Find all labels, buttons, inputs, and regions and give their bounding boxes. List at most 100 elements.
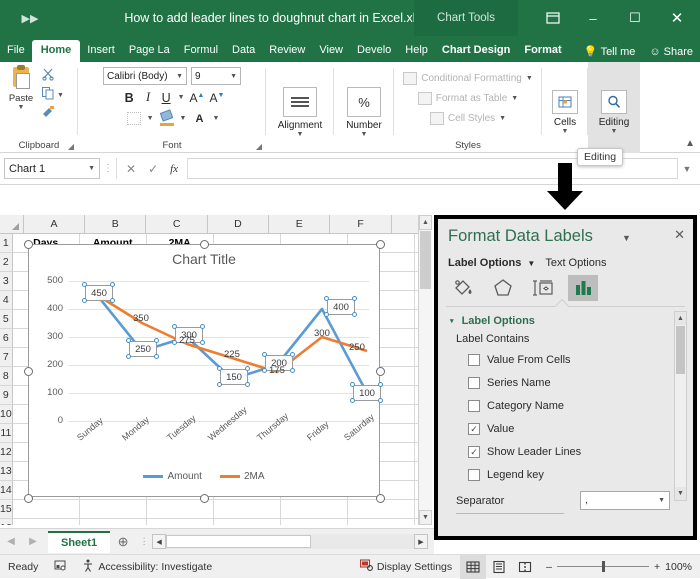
tab-format[interactable]: Format xyxy=(517,40,568,62)
row-header[interactable]: 2 xyxy=(0,253,13,272)
underline-button[interactable]: U xyxy=(160,91,173,105)
column-header-a[interactable]: A xyxy=(23,215,86,234)
tab-file[interactable]: File xyxy=(0,40,32,62)
row-header[interactable]: 1 xyxy=(0,234,13,253)
data-label-handle[interactable] xyxy=(82,298,87,303)
page-break-view-icon[interactable] xyxy=(512,555,538,579)
checkbox-box[interactable] xyxy=(468,400,480,412)
borders-chevron-down-icon[interactable]: ▼ xyxy=(147,115,154,122)
normal-view-icon[interactable] xyxy=(460,554,487,579)
fill-color-icon[interactable] xyxy=(159,108,174,126)
data-label-handle[interactable] xyxy=(126,354,131,359)
checkbox-value[interactable]: ✓ Value xyxy=(468,423,514,435)
ribbon-display-options-icon[interactable] xyxy=(534,0,572,36)
cut-button[interactable] xyxy=(41,68,77,85)
paste-button[interactable]: Paste ▼ xyxy=(1,65,41,123)
hscroll-thumb[interactable] xyxy=(166,535,312,548)
cell-c16[interactable] xyxy=(146,519,214,525)
tell-me-button[interactable]: 💡 Tell me xyxy=(577,41,643,62)
zoom-control[interactable]: – + 100% xyxy=(538,561,700,573)
pane-scroll-thumb[interactable] xyxy=(676,326,685,374)
label-options-section-title[interactable]: ▾ Label Options xyxy=(450,315,535,327)
row-header[interactable]: 14 xyxy=(0,481,13,500)
row-header[interactable]: 9 xyxy=(0,386,13,405)
cancel-formula-icon[interactable]: ✕ xyxy=(126,162,136,176)
row-header[interactable]: 8 xyxy=(0,367,13,386)
number-button[interactable]: % Number ▼ xyxy=(346,77,382,138)
data-label-handle[interactable] xyxy=(350,398,355,403)
data-label-2ma-saturday[interactable]: 250 xyxy=(347,342,367,353)
row-header[interactable]: 6 xyxy=(0,329,13,348)
data-label-handle[interactable] xyxy=(110,298,115,303)
data-label-handle[interactable] xyxy=(350,382,355,387)
tab-page-layout[interactable]: Page La xyxy=(122,40,177,62)
scroll-up-icon[interactable]: ▲ xyxy=(419,215,432,230)
fill-and-line-icon[interactable] xyxy=(448,275,478,301)
number-chevron-down-icon[interactable]: ▼ xyxy=(361,131,368,138)
data-label-2ma-monday[interactable]: 350 xyxy=(131,313,151,324)
chart-legend[interactable]: Amount 2MA xyxy=(29,471,379,482)
format-as-table-chevron-down-icon[interactable]: ▼ xyxy=(511,95,518,102)
label-options-chevron-down-icon[interactable]: ▼ xyxy=(527,259,535,268)
maximize-button[interactable]: ☐ xyxy=(614,0,656,36)
section-expand-triangle-icon[interactable]: ▾ xyxy=(450,318,454,325)
cell-a16[interactable] xyxy=(12,519,80,525)
legend-item-2ma[interactable]: 2MA xyxy=(219,471,265,482)
add-sheet-icon[interactable]: ⊕ xyxy=(110,534,136,550)
macro-record-button[interactable] xyxy=(46,555,74,579)
row-header[interactable]: 4 xyxy=(0,291,13,310)
data-label-handle[interactable] xyxy=(290,368,295,373)
column-header-e[interactable]: E xyxy=(269,215,331,234)
data-label-handle[interactable] xyxy=(154,354,159,359)
data-label-handle[interactable] xyxy=(324,296,329,301)
data-label-handle[interactable] xyxy=(245,366,250,371)
cell-d15[interactable] xyxy=(213,500,281,519)
data-label-handle[interactable] xyxy=(82,282,87,287)
zoom-out-button[interactable]: – xyxy=(546,561,552,573)
data-label-handle[interactable] xyxy=(110,282,115,287)
cell-a15[interactable] xyxy=(12,500,80,519)
checkbox-box[interactable] xyxy=(468,377,480,389)
bold-button[interactable]: B xyxy=(122,91,137,105)
size-and-properties-icon[interactable] xyxy=(528,275,558,301)
ribbon-group-editing[interactable]: Editing ▼ xyxy=(588,62,640,153)
italic-button[interactable]: I xyxy=(142,90,155,105)
next-sheet-icon[interactable]: ▶ xyxy=(22,536,44,547)
format-painter-button[interactable] xyxy=(41,106,77,123)
tab-chart-design[interactable]: Chart Design xyxy=(435,40,517,62)
page-layout-view-icon[interactable] xyxy=(486,555,512,579)
tab-developer[interactable]: Develo xyxy=(350,40,398,62)
separator-dropdown[interactable]: , ▼ xyxy=(580,491,670,510)
checkbox-box[interactable] xyxy=(468,469,480,481)
data-label-handle[interactable] xyxy=(352,312,357,317)
pane-scroll-up-icon[interactable]: ▲ xyxy=(675,312,686,325)
data-label-handle[interactable] xyxy=(290,352,295,357)
font-name-combobox[interactable]: Calibri (Body) ▼ xyxy=(103,67,187,85)
checkbox-value-from-cells[interactable]: Value From Cells xyxy=(468,354,571,366)
hscroll-right-icon[interactable]: ▶ xyxy=(414,534,428,549)
quick-access-toolbar[interactable]: ▶▶ xyxy=(0,12,60,25)
column-header-b[interactable]: B xyxy=(85,215,147,234)
row-header[interactable]: 16 xyxy=(0,519,13,525)
checkbox-category-name[interactable]: Category Name xyxy=(468,400,564,412)
fill-color-chevron-down-icon[interactable]: ▼ xyxy=(180,115,187,122)
data-label-2ma-friday[interactable]: 300 xyxy=(312,328,332,339)
editing-button[interactable]: Editing ▼ xyxy=(599,80,629,135)
data-label-handle[interactable] xyxy=(324,312,329,317)
pane-menu-chevron-down-icon[interactable]: ▼ xyxy=(622,233,631,243)
checkbox-show-leader-lines[interactable]: ✓ Show Leader Lines xyxy=(468,446,581,458)
checkbox-series-name[interactable]: Series Name xyxy=(468,377,551,389)
font-dialog-launcher[interactable]: ◢ xyxy=(256,142,262,151)
formula-bar-handle[interactable]: ⋮ xyxy=(100,163,116,174)
font-name-chevron-down-icon[interactable]: ▼ xyxy=(176,73,183,80)
alignment-button[interactable]: Alignment ▼ xyxy=(278,77,322,138)
checkbox-box[interactable]: ✓ xyxy=(468,423,480,435)
effects-icon[interactable] xyxy=(488,275,518,301)
pane-close-icon[interactable]: ✕ xyxy=(674,227,685,243)
column-header-c[interactable]: C xyxy=(146,215,208,234)
tab-review[interactable]: Review xyxy=(262,40,312,62)
prev-sheet-icon[interactable]: ◀ xyxy=(0,536,22,547)
data-label-2ma-thursday[interactable]: 175 xyxy=(267,365,287,376)
column-header-f[interactable]: F xyxy=(330,215,392,234)
checkbox-box[interactable]: ✓ xyxy=(468,446,480,458)
